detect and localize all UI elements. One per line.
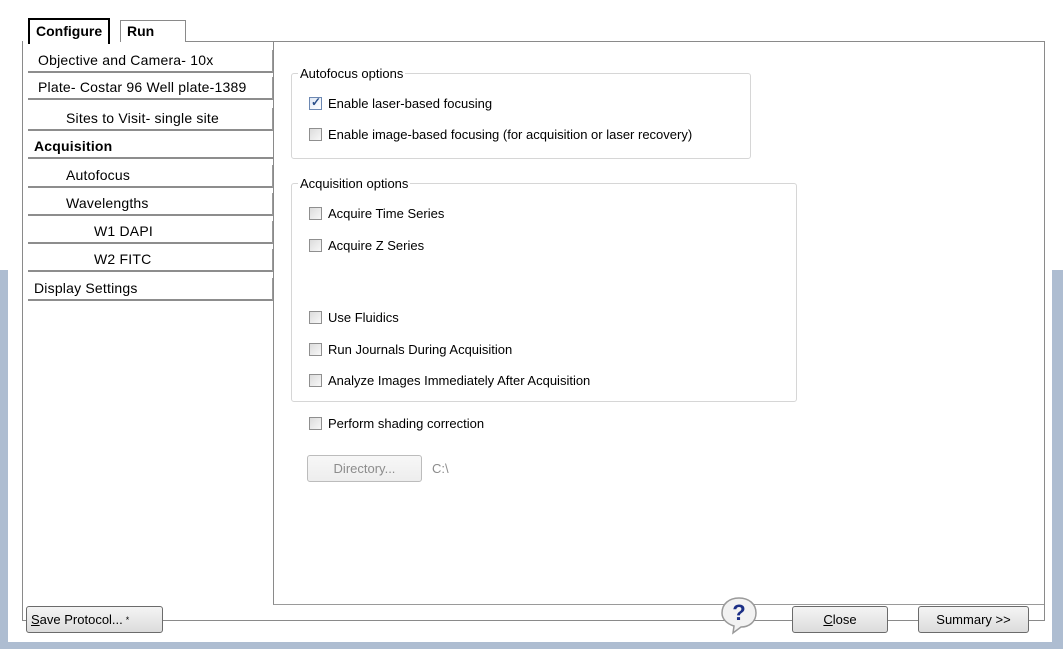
checkbox-box[interactable]: ✓ xyxy=(309,95,322,110)
directory-button[interactable]: Directory... xyxy=(307,455,422,482)
nav-display-label: Display Settings xyxy=(34,280,138,296)
tab-frame-right xyxy=(1044,41,1045,621)
window-frame-right xyxy=(1052,270,1063,642)
image-focus-label: Enable image-based focusing (for acquisi… xyxy=(328,127,693,142)
image-focus-checkbox[interactable]: Enable image-based focusing (for acquisi… xyxy=(309,127,692,142)
analyze-label: Analyze Images Immediately After Acquisi… xyxy=(328,373,591,388)
shading-correction-checkbox[interactable]: Perform shading correction xyxy=(309,416,484,431)
close-button[interactable]: Close xyxy=(792,606,888,633)
autofocus-options-group xyxy=(291,73,751,159)
nav-autofocus-label: Autofocus xyxy=(66,167,131,183)
analyze-checkbox[interactable]: Analyze Images Immediately After Acquisi… xyxy=(309,373,590,388)
checkbox-box[interactable] xyxy=(309,311,322,324)
window-frame-bottom xyxy=(0,642,1063,649)
checkbox-box[interactable] xyxy=(309,343,322,356)
window-frame-left xyxy=(0,270,8,642)
checkbox-box[interactable] xyxy=(309,128,322,141)
tab-configure[interactable]: Configure xyxy=(28,18,111,44)
close-label: lose xyxy=(832,612,857,627)
nav-wavelengths-label: Wavelengths xyxy=(66,195,149,211)
checkbox-box[interactable] xyxy=(309,417,322,430)
acquisition-options-title: Acquisition options xyxy=(298,176,411,191)
journals-label: Run Journals During Acquisition xyxy=(328,342,513,357)
shading-correction-label: Perform shading correction xyxy=(328,416,485,431)
nav-w2-fitc[interactable]: W2 FITC xyxy=(28,249,273,272)
laser-focus-label: Enable laser-based focusing xyxy=(328,96,493,111)
z-series-checkbox[interactable]: Acquire Z Series xyxy=(309,238,424,253)
nav-display-settings[interactable]: Display Settings xyxy=(28,278,273,301)
nav-sites-to-visit[interactable]: Sites to Visit- single site xyxy=(28,108,273,131)
directory-button-label: Directory... xyxy=(333,461,396,476)
tab-configure-label: Configure xyxy=(36,23,103,39)
nav-plate[interactable]: Plate- Costar 96 Well plate-1389 xyxy=(28,77,273,100)
checkbox-box[interactable] xyxy=(309,207,322,220)
nav-acquisition-label: Acquisition xyxy=(34,138,113,154)
nav-sites-label: Sites to Visit- single site xyxy=(66,110,219,126)
tab-frame-bottom xyxy=(22,620,1045,621)
nav-acquisition[interactable]: Acquisition xyxy=(28,136,274,159)
summary-button[interactable]: Summary >> xyxy=(918,606,1029,633)
nav-wavelengths[interactable]: Wavelengths xyxy=(28,193,273,216)
nav-w1-label: W1 DAPI xyxy=(94,223,153,239)
journals-checkbox[interactable]: Run Journals During Acquisition xyxy=(309,342,512,357)
directory-path: C:\ xyxy=(432,461,449,476)
svg-text:?: ? xyxy=(732,600,745,625)
save-protocol-accelerator: S xyxy=(31,612,40,627)
tab-run[interactable]: Run xyxy=(120,20,186,42)
nav-autofocus[interactable]: Autofocus xyxy=(28,165,273,188)
nav-w2-label: W2 FITC xyxy=(94,251,152,267)
nav-objective-label: Objective and Camera- 10x xyxy=(38,52,214,68)
nav-objective-camera[interactable]: Objective and Camera- 10x xyxy=(28,50,273,73)
time-series-checkbox[interactable]: Acquire Time Series xyxy=(309,206,444,221)
save-protocol-label: ave Protocol... xyxy=(39,612,123,627)
checkmark-icon: ✓ xyxy=(311,95,322,109)
laser-focus-checkbox[interactable]: ✓ Enable laser-based focusing xyxy=(309,95,493,111)
save-protocol-button[interactable]: Save Protocol... * xyxy=(26,606,163,633)
tab-frame-left xyxy=(22,41,23,621)
fluidics-label: Use Fluidics xyxy=(328,310,399,325)
unsaved-marker: * xyxy=(125,614,130,625)
time-series-label: Acquire Time Series xyxy=(328,206,445,221)
autofocus-options-title: Autofocus options xyxy=(298,66,406,81)
nav-plate-label: Plate- Costar 96 Well plate-1389 xyxy=(38,79,247,95)
z-series-label: Acquire Z Series xyxy=(328,238,425,253)
tab-run-label: Run xyxy=(127,23,155,39)
nav-w1-dapi[interactable]: W1 DAPI xyxy=(28,221,273,244)
close-accelerator: C xyxy=(823,612,833,627)
summary-label: Summary >> xyxy=(936,612,1011,627)
help-question-icon[interactable]: ? xyxy=(719,595,759,635)
checkbox-box[interactable] xyxy=(309,374,322,387)
fluidics-checkbox[interactable]: Use Fluidics xyxy=(309,310,399,325)
checkbox-box[interactable] xyxy=(309,239,322,252)
